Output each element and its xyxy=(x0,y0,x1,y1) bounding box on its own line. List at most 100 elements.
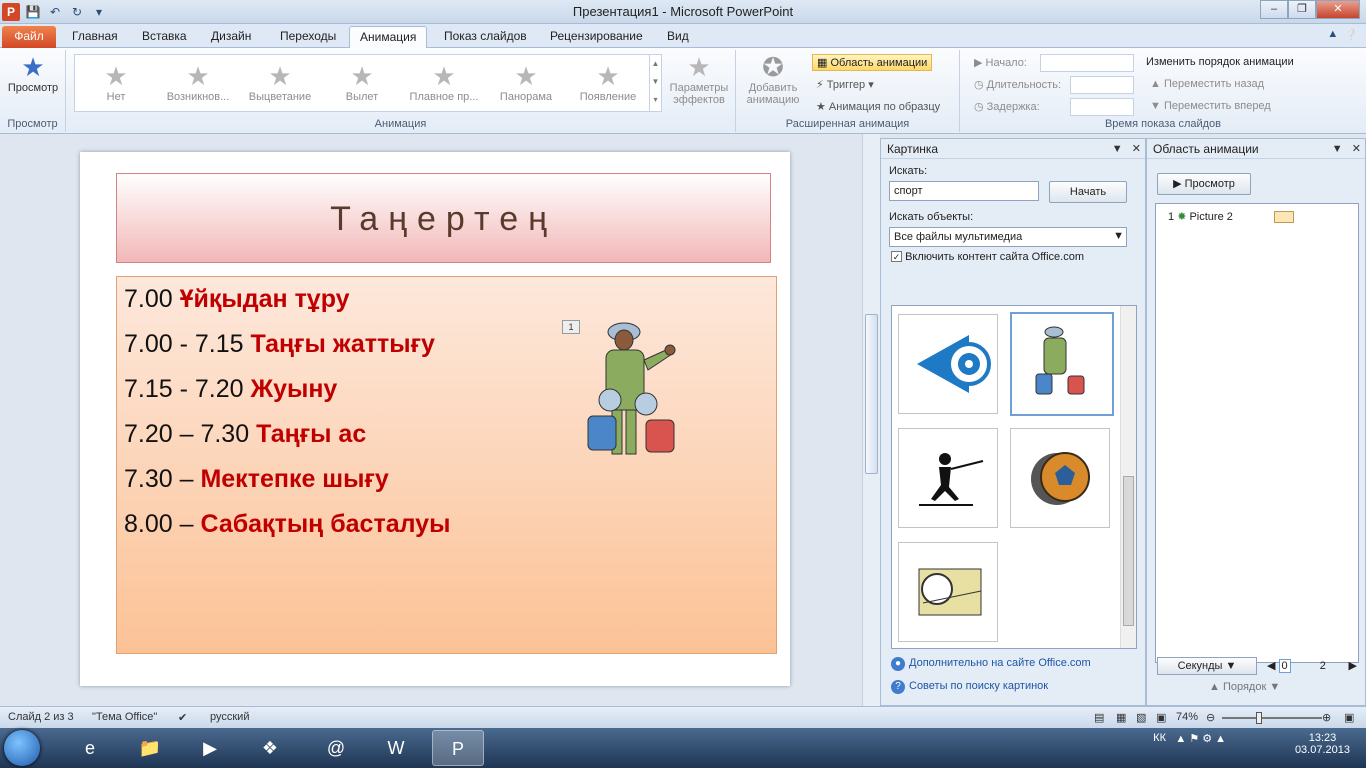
search-input[interactable]: спорт xyxy=(889,181,1039,201)
effect-options-button[interactable]: ★ Параметры эффектов xyxy=(666,52,732,106)
preview-button[interactable]: ★ Просмотр xyxy=(4,52,62,94)
clipart-result[interactable] xyxy=(1010,428,1110,528)
maximize-button[interactable]: ❐ xyxy=(1288,0,1316,19)
tab-review[interactable]: Рецензирование xyxy=(540,26,653,48)
ruler-right-arrow-icon[interactable]: ▶ xyxy=(1349,659,1357,672)
sport-person-clipart[interactable] xyxy=(586,316,686,460)
clipart-result[interactable] xyxy=(898,542,998,642)
zoom-out-icon[interactable]: ⊖ xyxy=(1206,711,1215,724)
fit-slide-icon[interactable]: ▣ xyxy=(1344,711,1354,724)
anim-float-in[interactable]: ★ Плавное пр... xyxy=(403,61,485,103)
advanced-animation-group: ✪ Добавить анимацию ▦ Область анимации ⚡… xyxy=(736,50,960,132)
window-title: Презентация1 - Microsoft PowerPoint xyxy=(572,4,794,19)
tab-view[interactable]: Вид xyxy=(657,26,699,48)
globe-icon: ● xyxy=(891,657,905,671)
reorder-down-icon[interactable]: ▼ xyxy=(1269,681,1280,693)
clipart-result[interactable] xyxy=(898,314,998,414)
anim-appear[interactable]: ★ Возникнов... xyxy=(157,61,239,103)
spellcheck-icon[interactable]: ✔ xyxy=(178,711,187,724)
mail-taskbar-icon[interactable]: @ xyxy=(310,730,362,766)
ruler-left-arrow-icon[interactable]: ◀ xyxy=(1267,660,1275,672)
animation-list: 1 ✸ Picture 2 xyxy=(1155,203,1359,663)
minimize-button[interactable]: – xyxy=(1260,0,1288,19)
word-taskbar-icon[interactable]: W xyxy=(370,730,422,766)
move-earlier-button[interactable]: ▲ Переместить назад xyxy=(1150,78,1264,90)
reorder-up-icon[interactable]: ▲ xyxy=(1209,681,1220,693)
tab-file[interactable]: Файл xyxy=(2,26,56,48)
anim-wipe[interactable]: ★ Появление xyxy=(567,61,649,103)
results-scroll-thumb[interactable] xyxy=(1123,476,1134,626)
animation-order-tag[interactable]: 1 xyxy=(562,320,580,334)
results-scrollbar[interactable] xyxy=(1120,306,1136,648)
clipart-result[interactable] xyxy=(898,428,998,528)
normal-view-icon[interactable]: ▤ xyxy=(1094,711,1104,724)
add-animation-button[interactable]: ✪ Добавить анимацию xyxy=(738,52,808,106)
tab-home[interactable]: Главная xyxy=(62,26,128,48)
seconds-dropdown[interactable]: Секунды ▼ xyxy=(1157,657,1257,675)
tab-insert[interactable]: Вставка xyxy=(132,26,197,48)
slide-sorter-icon[interactable]: ▦ xyxy=(1116,711,1126,724)
media-type-select[interactable]: Все файлы мультимедиа ▼ xyxy=(889,227,1127,247)
timeline-bar xyxy=(1273,211,1294,224)
move-later-button[interactable]: ▼ Переместить вперед xyxy=(1150,100,1271,112)
theme-name[interactable]: "Тема Office" xyxy=(92,711,157,723)
anim-none[interactable]: ★ Нет xyxy=(75,61,157,103)
language[interactable]: русский xyxy=(210,711,249,723)
more-office-link[interactable]: ● Дополнительно на сайте Office.com xyxy=(891,657,1091,671)
slideshow-icon[interactable]: ▣ xyxy=(1156,711,1166,724)
slide-scroll-thumb[interactable] xyxy=(865,314,878,474)
search-go-button[interactable]: Начать xyxy=(1049,181,1127,203)
help-icon[interactable]: ❔ xyxy=(1344,28,1358,41)
collapse-ribbon-icon[interactable]: ▲ xyxy=(1327,28,1338,41)
slide-canvas[interactable]: Таңертең 7.00 Ұйқыдан тұру 7.00 - 7.15 Т… xyxy=(80,152,790,686)
keyboard-language[interactable]: КК xyxy=(1153,732,1166,744)
start-select[interactable] xyxy=(1040,54,1134,72)
title-bar: P 💾 ↶ ↻ ▾ Презентация1 - Microsoft Power… xyxy=(0,0,1366,24)
zoom-slider[interactable] xyxy=(1222,717,1322,719)
ribbon: ★ Просмотр Просмотр ★ Нет ★ Возникнов... ★… xyxy=(0,48,1366,134)
animation-list-item[interactable]: 1 ✸ Picture 2 xyxy=(1168,210,1294,224)
animation-painter-button[interactable]: ★ Анимация по образцу xyxy=(816,100,940,113)
clock[interactable]: 13:23 03.07.2013 xyxy=(1295,732,1350,756)
slide-scrollbar[interactable] xyxy=(862,134,880,706)
timeline-ruler[interactable]: ◀ 0 2 ▶ xyxy=(1267,659,1357,673)
play-button[interactable]: ▶ Просмотр xyxy=(1157,173,1251,195)
duration-input[interactable] xyxy=(1070,76,1134,94)
panel-menu-icon[interactable]: ▼ xyxy=(1332,143,1343,155)
media-player-taskbar-icon[interactable]: ▶ xyxy=(184,730,236,766)
search-tips-link[interactable]: ? Советы по поиску картинок xyxy=(891,680,1048,694)
gallery-scroll[interactable]: ▲ ▼ ▾ xyxy=(649,55,661,111)
anim-fade[interactable]: ★ Выцветание xyxy=(239,61,321,103)
panel-close-icon[interactable]: ✕ xyxy=(1132,143,1141,155)
include-office-checkbox[interactable]: ✓ Включить контент сайта Office.com xyxy=(891,251,1084,263)
powerpoint-taskbar-icon[interactable]: P xyxy=(432,730,484,766)
explorer-taskbar-icon[interactable]: 📁 xyxy=(124,730,176,766)
ie-taskbar-icon[interactable]: e xyxy=(64,730,116,766)
panel-close-icon[interactable]: ✕ xyxy=(1352,143,1361,155)
animation-pane-button[interactable]: ▦ Область анимации xyxy=(812,54,933,71)
tab-design[interactable]: Дизайн xyxy=(201,26,261,48)
tray-icons[interactable]: ▲ ⚑ ⚙ ▲ xyxy=(1175,732,1226,745)
lightning-icon: ⚡ xyxy=(816,79,827,91)
close-button[interactable]: ✕ xyxy=(1316,0,1360,19)
anim-pan[interactable]: ★ Панорама xyxy=(485,61,567,103)
tab-slideshow[interactable]: Показ слайдов xyxy=(434,26,537,48)
target-clipart xyxy=(917,335,991,393)
panel-menu-icon[interactable]: ▼ xyxy=(1112,143,1123,155)
anim-fly-in[interactable]: ★ Вылет xyxy=(321,61,403,103)
tab-transitions[interactable]: Переходы xyxy=(270,26,346,48)
zoom-level[interactable]: 74% xyxy=(1176,711,1198,723)
clipart-result-selected[interactable] xyxy=(1010,312,1114,416)
slide-title-placeholder[interactable]: Таңертең xyxy=(116,173,771,263)
zoom-in-icon[interactable]: ⊕ xyxy=(1322,711,1331,724)
delay-input[interactable] xyxy=(1070,98,1134,116)
reading-view-icon[interactable]: ▧ xyxy=(1136,711,1146,724)
trigger-button[interactable]: ⚡ Триггер ▾ xyxy=(816,78,874,91)
tab-animations[interactable]: Анимация xyxy=(349,26,428,48)
star-icon: ★ xyxy=(687,52,711,82)
start-button[interactable] xyxy=(4,730,40,766)
animation-pane: Область анимации ▼ ✕ ▶ Просмотр 1 ✸ Pict… xyxy=(1146,138,1366,706)
help-icon: ? xyxy=(891,680,905,694)
app-taskbar-icon[interactable]: ❖ xyxy=(244,730,296,766)
zoom-slider-thumb[interactable] xyxy=(1256,712,1262,724)
